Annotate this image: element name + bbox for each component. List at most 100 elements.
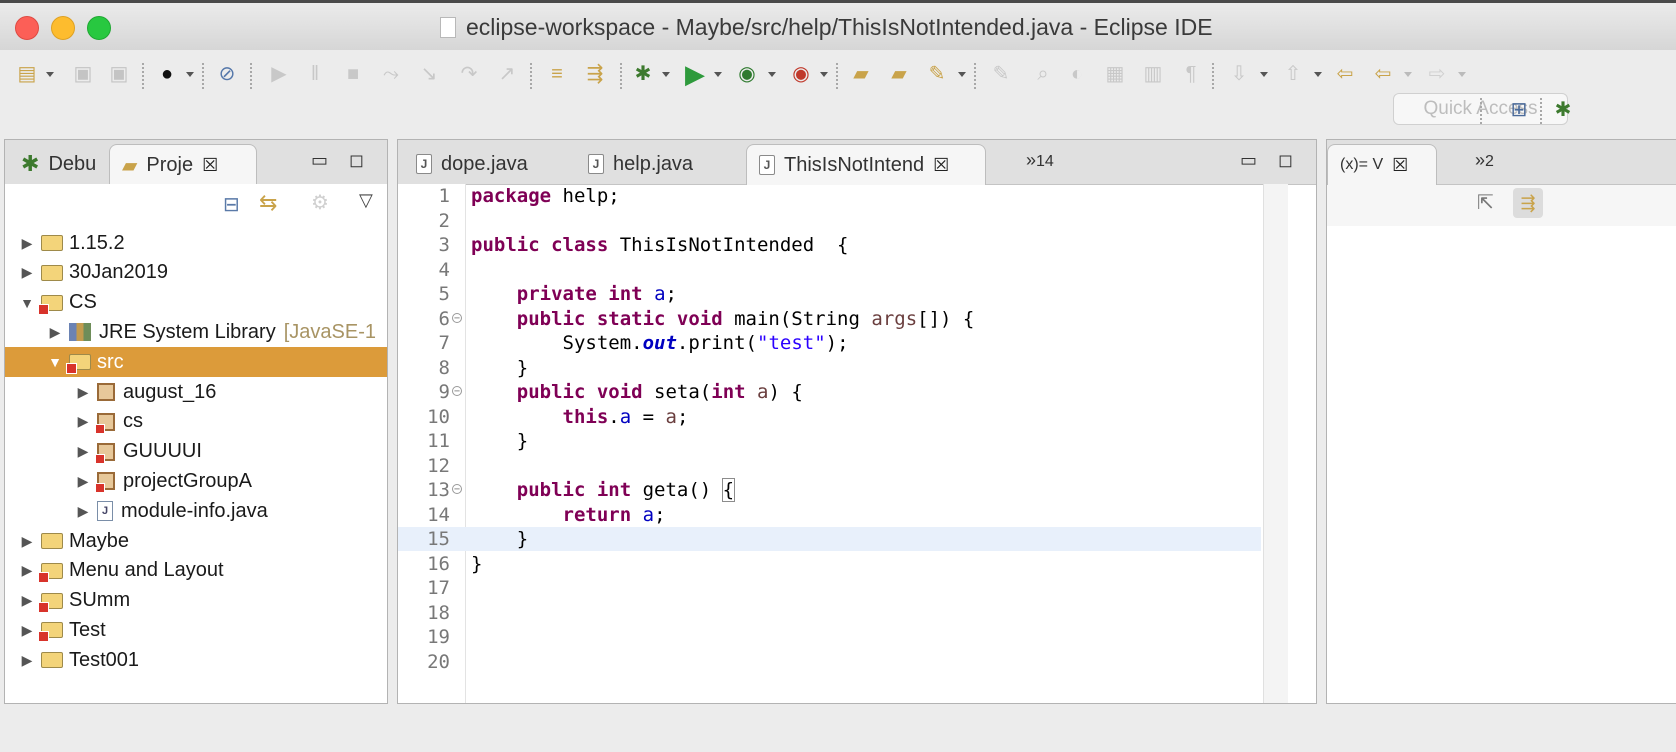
tab-overflow-button[interactable]: »14 (1026, 150, 1054, 171)
run-icon[interactable]: ▶ (682, 61, 708, 87)
code-line[interactable]: 10 this.a = a; (398, 405, 1261, 429)
tab-help-java[interactable]: J help.java (576, 144, 705, 184)
collapsed-arrow-icon[interactable]: ▶ (19, 652, 35, 669)
forward-icon[interactable]: ⇨ (1424, 61, 1450, 87)
show-type-names-icon[interactable]: ⇱ (1477, 190, 1494, 215)
coverage-icon[interactable]: ◉ (734, 61, 760, 87)
tab-package-explorer[interactable]: ▰ Proje ☒ (109, 144, 257, 185)
java-perspective-icon[interactable]: ✱ (1550, 97, 1576, 123)
code-line[interactable]: 13− public int geta() { (398, 478, 1261, 502)
mark-icon[interactable]: ◐ (1064, 61, 1090, 87)
close-window-button[interactable] (15, 16, 39, 40)
code-line[interactable]: 12 (398, 454, 1261, 478)
collapsed-arrow-icon[interactable]: ▶ (19, 562, 35, 579)
minimize-icon[interactable]: ▭ (311, 150, 328, 171)
tab-variables[interactable]: (x)= V ☒ (1327, 144, 1437, 185)
tree-item[interactable]: ▶ JRE System Library [JavaSE-1 (5, 317, 387, 347)
block-icon[interactable]: ▦ (1102, 61, 1128, 87)
prev-annotation-icon[interactable]: ⇧ (1280, 61, 1306, 87)
code-line[interactable]: 4 (398, 258, 1261, 282)
link-with-editor-icon[interactable]: ⇆ (259, 190, 277, 216)
maximize-icon[interactable]: ◻ (1278, 150, 1293, 171)
code-line[interactable]: 17 (398, 576, 1261, 600)
minimize-icon[interactable]: ▭ (1240, 150, 1257, 171)
tree-item[interactable]: ▼ src (5, 347, 387, 378)
code-line[interactable]: 18 (398, 601, 1261, 625)
step-return-icon[interactable]: ↗ (494, 61, 520, 87)
last-edit-icon[interactable]: ⇦ (1332, 61, 1358, 87)
tree-item[interactable]: ▶ Test001 (5, 645, 387, 675)
debug-icon[interactable]: ✱ (630, 61, 656, 87)
open-perspective-icon[interactable]: ⊞ (1506, 97, 1532, 123)
next-annotation-icon[interactable]: ⇩ (1226, 61, 1252, 87)
code-line[interactable]: 3 public class ThisIsNotIntended { (398, 233, 1261, 257)
tree-item[interactable]: ▶ projectGroupA (5, 466, 387, 496)
code-area[interactable]: 1 package help; 2 3 public class ThisIsNotIn… (398, 184, 1316, 703)
code-line[interactable]: 7 System.out.print("test"); (398, 331, 1261, 355)
focus-icon[interactable]: ⚙ (311, 190, 329, 215)
tree-item[interactable]: ▶ Test (5, 615, 387, 645)
tree-item[interactable]: ▶ Jmodule-info.java (5, 496, 387, 526)
tree-item[interactable]: ▶ 30Jan2019 (5, 258, 387, 288)
code-line[interactable]: 9− public void seta(int a) { (398, 380, 1261, 404)
tab-debug[interactable]: ✱ Debu (9, 144, 108, 184)
whitespace-icon[interactable]: ▥ (1140, 61, 1166, 87)
close-icon[interactable]: ☒ (1392, 155, 1408, 176)
collapsed-arrow-icon[interactable]: ▶ (75, 503, 91, 520)
collapsed-arrow-icon[interactable]: ▶ (19, 592, 35, 609)
collapsed-arrow-icon[interactable]: ▶ (47, 324, 63, 341)
new-java-project-icon[interactable]: ▰ (848, 61, 874, 87)
collapsed-arrow-icon[interactable]: ▶ (75, 443, 91, 460)
expanded-arrow-icon[interactable]: ▼ (47, 354, 63, 370)
save-icon[interactable]: ▣ (70, 61, 96, 87)
toggle-icon[interactable]: ⇶ (582, 61, 608, 87)
expanded-arrow-icon[interactable]: ▼ (19, 295, 35, 311)
open-task-icon[interactable]: ≡ (544, 61, 570, 87)
terminate-icon[interactable]: ■ (340, 61, 366, 87)
collapsed-arrow-icon[interactable]: ▶ (19, 264, 35, 281)
profile-icon[interactable]: ● (154, 61, 180, 87)
code-line[interactable]: 20 (398, 650, 1261, 674)
skip-breakpoints-icon[interactable]: ⊘ (214, 61, 240, 87)
step-over-icon[interactable]: ↷ (456, 61, 482, 87)
pilcrow-icon[interactable]: ¶ (1178, 61, 1204, 87)
search-icon[interactable]: ⌕ (1030, 61, 1056, 87)
save-all-icon[interactable]: ▣ (106, 61, 132, 87)
tab-thisisnotintended-java[interactable]: J ThisIsNotIntend ☒ (746, 144, 986, 185)
code-line[interactable]: 14 return a; (398, 503, 1261, 527)
annotation-icon[interactable]: ✎ (988, 61, 1014, 87)
collapsed-arrow-icon[interactable]: ▶ (75, 473, 91, 490)
resume-icon[interactable]: ▶ (266, 61, 292, 87)
code-line[interactable]: 16} (398, 552, 1261, 576)
code-line[interactable]: 8 } (398, 356, 1261, 380)
tree-item[interactable]: ▶ 1.15.2 (5, 228, 387, 258)
tree-item[interactable]: ▶ GUUUUI (5, 437, 387, 467)
new-icon[interactable]: ▤ (14, 61, 40, 87)
code-line[interactable]: 5 private int a; (398, 282, 1261, 306)
view-menu-icon[interactable]: ▽ (359, 190, 373, 211)
zoom-window-button[interactable] (87, 16, 111, 40)
close-icon[interactable]: ☒ (933, 155, 949, 176)
code-line[interactable]: 11 } (398, 429, 1261, 453)
back-icon[interactable]: ⇦ (1370, 61, 1396, 87)
collapsed-arrow-icon[interactable]: ▶ (19, 235, 35, 252)
show-logical-structure-icon[interactable]: ⇶ (1513, 188, 1543, 218)
minimize-window-button[interactable] (51, 16, 75, 40)
collapsed-arrow-icon[interactable]: ▶ (19, 533, 35, 550)
close-icon[interactable]: ☒ (202, 155, 218, 176)
tree-item[interactable]: ▼ CS (5, 288, 387, 318)
disconnect-icon[interactable]: ⤳ (378, 61, 404, 87)
maximize-icon[interactable]: ◻ (349, 150, 364, 171)
code-line[interactable]: 2 (398, 209, 1261, 233)
collapse-all-icon[interactable]: ⊟ (223, 192, 240, 217)
tab-overflow-button[interactable]: »2 (1475, 150, 1494, 171)
tab-dope-java[interactable]: J dope.java (404, 144, 540, 184)
fold-toggle-icon[interactable]: − (452, 312, 462, 323)
collapsed-arrow-icon[interactable]: ▶ (19, 622, 35, 639)
open-type-icon[interactable]: ▰ (886, 61, 912, 87)
code-line[interactable]: 6− public static void main(String args[]… (398, 307, 1261, 331)
wand-icon[interactable]: ✎ (924, 61, 950, 87)
code-line[interactable]: 19 (398, 625, 1261, 649)
fold-toggle-icon[interactable]: − (452, 484, 462, 495)
collapsed-arrow-icon[interactable]: ▶ (75, 413, 91, 430)
